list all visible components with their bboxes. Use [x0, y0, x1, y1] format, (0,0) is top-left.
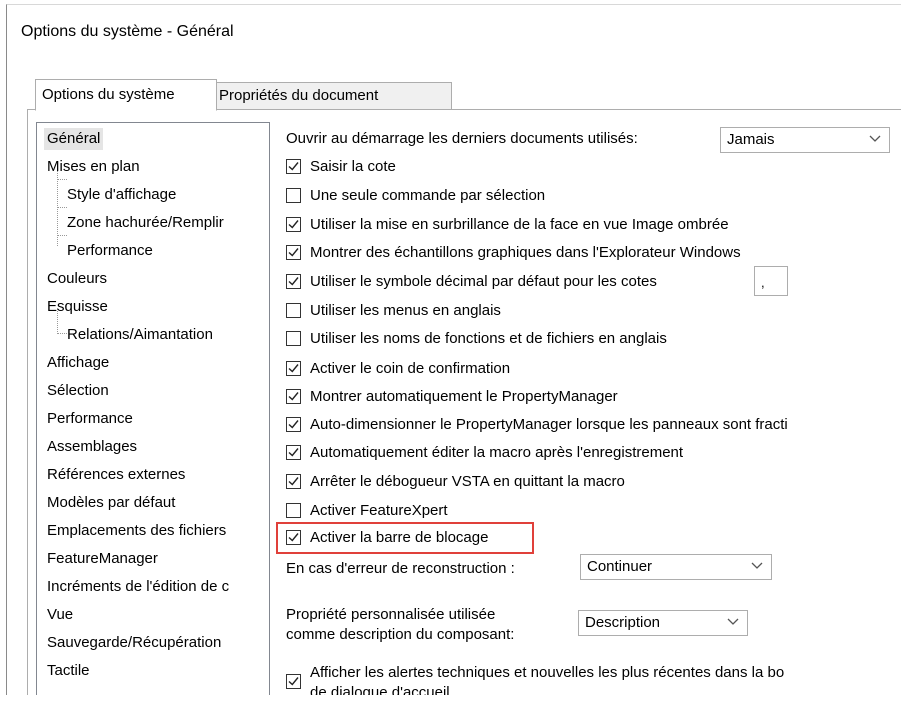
checkbox-input-dimension[interactable] [286, 159, 301, 174]
chevron-down-icon [727, 615, 739, 633]
checkbox-label: Activer le coin de confirmation [310, 360, 511, 377]
checkbox-label: Activer FeatureXpert [310, 502, 448, 519]
tree-connector [57, 333, 67, 334]
tree-item-general[interactable]: Général [44, 128, 104, 150]
tree-connector [57, 235, 67, 236]
tree-item-backup-recover[interactable]: Sauvegarde/Récupération [47, 632, 221, 654]
checkbox-label: Une seule commande par sélection [310, 187, 546, 204]
checkbox-thumbnail-graphics[interactable] [286, 245, 301, 260]
tab-pane: Général Mises en plan Style d'affichage … [27, 109, 901, 695]
tree-item-colors[interactable]: Couleurs [47, 268, 107, 290]
checkbox-label: Utiliser les menus en anglais [310, 302, 501, 319]
options-tree[interactable]: Général Mises en plan Style d'affichage … [36, 122, 270, 695]
checkbox-label-line2: de dialogue d'accueil [310, 684, 450, 695]
checkbox-auto-edit-macro[interactable] [286, 445, 301, 460]
checkbox-auto-size-propertymanager[interactable] [286, 417, 301, 432]
custom-prop-value: Description [585, 614, 661, 631]
tree-item-display[interactable]: Affichage [47, 352, 109, 374]
tree-item-drawings-performance[interactable]: Performance [67, 240, 153, 262]
custom-prop-label-line1: Propriété personnalisée utilisée [286, 606, 496, 623]
checkbox-auto-show-propertymanager[interactable] [286, 389, 301, 404]
tree-item-touch[interactable]: Tactile [47, 660, 90, 682]
checkbox-label: Afficher les alertes techniques et nouve… [310, 664, 785, 681]
tree-item-sketch[interactable]: Esquisse [47, 296, 108, 318]
recent-docs-value: Jamais [727, 131, 775, 148]
custom-prop-select[interactable]: Description [578, 610, 748, 636]
tree-item-view[interactable]: Vue [47, 604, 73, 626]
checkbox-label: Utiliser le symbole décimal par défaut p… [310, 273, 657, 290]
tree-item-display-style[interactable]: Style d'affichage [67, 184, 176, 206]
tree-item-file-locations[interactable]: Emplacements des fichiers [47, 520, 226, 542]
checkbox-single-command[interactable] [286, 188, 301, 203]
decimal-symbol-value: , [761, 275, 765, 290]
dialog-title: Options du système - Général [21, 23, 234, 40]
tree-item-default-templates[interactable]: Modèles par défaut [47, 492, 175, 514]
tree-item-performance[interactable]: Performance [47, 408, 133, 430]
checkbox-label: Activer la barre de blocage [310, 529, 489, 546]
checkbox-label: Auto-dimensionner le PropertyManager lor… [310, 416, 788, 433]
checkbox-show-alerts[interactable] [286, 674, 301, 689]
tree-item-relations-snaps[interactable]: Relations/Aimantation [67, 324, 213, 346]
recent-docs-select[interactable]: Jamais [720, 127, 890, 153]
recent-docs-label: Ouvrir au démarrage les derniers documen… [286, 130, 638, 147]
tree-item-featuremanager[interactable]: FeatureManager [47, 548, 158, 570]
checkbox-label: Automatiquement éditer la macro après l'… [310, 444, 684, 461]
tree-item-selection[interactable]: Sélection [47, 380, 109, 402]
options-dialog: Options du système - Général Options du … [6, 4, 901, 695]
tab-document-properties[interactable]: Propriétés du document [213, 82, 452, 110]
chevron-down-icon [751, 559, 763, 577]
checkbox-label: Saisir la cote [310, 158, 396, 175]
rebuild-error-value: Continuer [587, 558, 653, 575]
tree-item-hatch-fill[interactable]: Zone hachurée/Remplir [67, 212, 224, 234]
checkbox-label: Montrer automatiquement le PropertyManag… [310, 388, 618, 405]
tree-item-assemblies[interactable]: Assemblages [47, 436, 137, 458]
checkbox-confirmation-corner[interactable] [286, 361, 301, 376]
tree-item-external-references[interactable]: Références externes [47, 464, 185, 486]
rebuild-error-label: En cas d'erreur de reconstruction : [286, 560, 515, 577]
checkbox-face-highlight[interactable] [286, 217, 301, 232]
checkbox-english-menus[interactable] [286, 303, 301, 318]
tree-connector [57, 207, 67, 208]
tab-system-options[interactable]: Options du système [35, 79, 217, 111]
custom-prop-label-line2: comme description du composant: [286, 626, 515, 643]
tree-item-drawings[interactable]: Mises en plan [47, 156, 140, 178]
checkbox-label: Utiliser la mise en surbrillance de la f… [310, 216, 729, 233]
checkbox-stop-vsta-debugger[interactable] [286, 474, 301, 489]
checkbox-english-feature-names[interactable] [286, 331, 301, 346]
checkbox-decimal-symbol[interactable] [286, 274, 301, 289]
checkbox-label: Montrer des échantillons graphiques dans… [310, 244, 741, 261]
checkbox-label: Utiliser les noms de fonctions et de fic… [310, 330, 667, 347]
checkbox-label: Arrêter le débogueur VSTA en quittant la… [310, 473, 625, 490]
checkbox-freeze-bar[interactable] [286, 530, 301, 545]
decimal-symbol-input[interactable]: , [754, 266, 788, 296]
tree-connector [57, 179, 67, 180]
checkbox-featurexpert[interactable] [286, 503, 301, 518]
rebuild-error-select[interactable]: Continuer [580, 554, 772, 580]
tree-item-spin-box-increments[interactable]: Incréments de l'édition de c [47, 576, 229, 598]
chevron-down-icon [869, 132, 881, 150]
